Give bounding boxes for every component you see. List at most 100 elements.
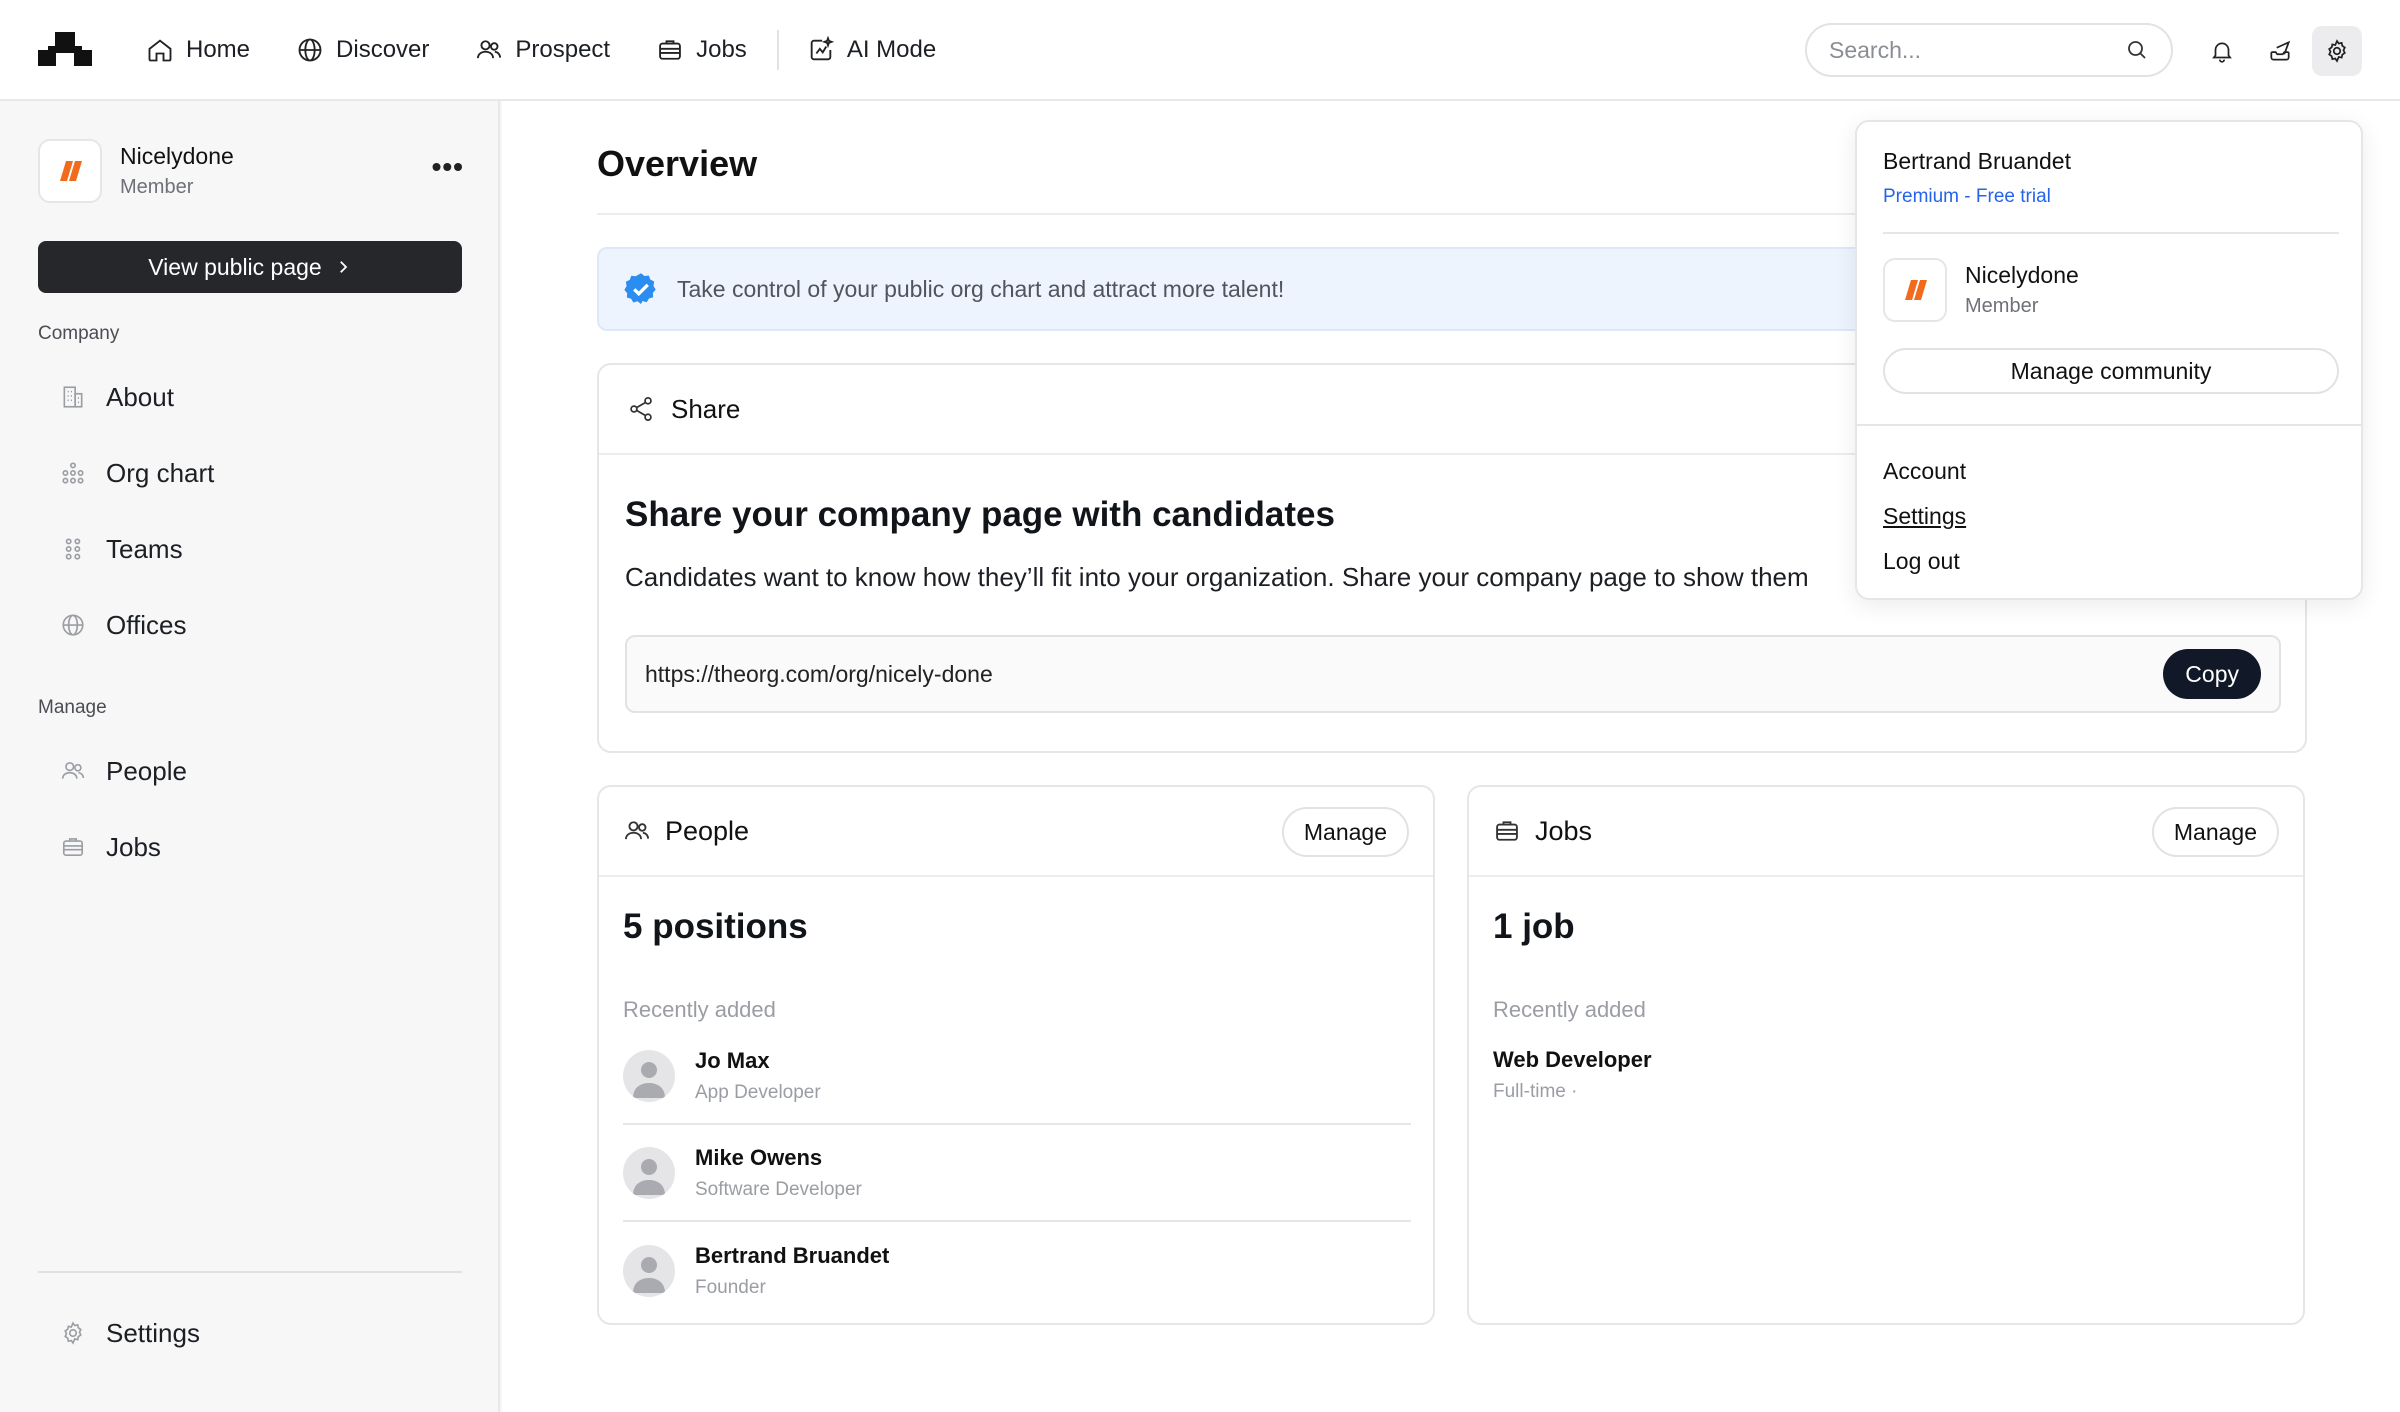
jobs-count: 1 job	[1493, 907, 1575, 946]
manage-section-label: Manage	[38, 697, 107, 718]
list-item[interactable]: Web Developer Full-time ·	[1493, 1047, 1652, 1103]
people-card-title: People	[665, 815, 750, 846]
account-dropdown-menu: Bertrand Bruandet Premium - Free trial N…	[1855, 120, 2363, 600]
nav-ai-mode-label: AI Mode	[846, 36, 937, 63]
nav-jobs-label: Jobs	[696, 36, 747, 63]
job-title: Web Developer	[1493, 1047, 1652, 1072]
sidebar-item-people[interactable]: People	[60, 751, 187, 791]
nav-prospect-label: Prospect	[515, 36, 611, 63]
person-title: App Developer	[695, 1082, 821, 1103]
sidebar-divider	[38, 1271, 462, 1273]
chevron-right-icon	[339, 261, 348, 273]
recently-added-label: Recently added	[623, 997, 776, 1022]
jobs-card-title: Jobs	[1535, 815, 1593, 846]
person-name: Jo Max	[695, 1048, 770, 1073]
nicelydone-logo	[60, 161, 82, 181]
search-icon[interactable]	[2125, 37, 2149, 63]
nav-discover[interactable]: Discover	[296, 36, 429, 64]
nav-divider	[776, 30, 779, 70]
settings-menu-button[interactable]	[2312, 26, 2362, 76]
sidebar-item-org-chart-label: Org chart	[106, 457, 215, 488]
people-card: People Manage 5 positions Recently added…	[597, 785, 1435, 1325]
users-icon	[624, 821, 650, 840]
sidebar-item-teams-label: Teams	[106, 533, 183, 564]
dropdown-divider	[1857, 424, 2361, 426]
inbox-send-icon	[2270, 40, 2291, 61]
menu-item-log-out[interactable]: Log out	[1883, 548, 1960, 575]
dropdown-org-role: Member	[1965, 295, 2039, 317]
menu-item-settings[interactable]: Settings	[1883, 503, 1966, 530]
nav-ai-mode[interactable]: AI Mode	[807, 36, 936, 64]
theorg-logo[interactable]	[36, 30, 94, 70]
bell-icon	[2212, 42, 2232, 63]
list-item[interactable]: Bertrand Bruandet Founder	[623, 1223, 1411, 1319]
ai-sparkle-icon	[810, 36, 835, 61]
search-input[interactable]	[1829, 36, 2125, 64]
sidebar: Nicelydone Member ••• View public page C…	[0, 101, 500, 1412]
dropdown-org[interactable]: Nicelydone Member	[1883, 258, 2079, 322]
share-card-title: Share	[671, 393, 741, 424]
dropdown-plan[interactable]: Premium - Free trial	[1883, 186, 2051, 208]
org-role: Member	[120, 176, 194, 198]
sidebar-item-settings[interactable]: Settings	[60, 1313, 200, 1353]
dropdown-divider	[1883, 232, 2339, 234]
nicelydone-logo	[1905, 280, 1927, 300]
avatar	[623, 1050, 675, 1102]
manage-people-button[interactable]: Manage	[1281, 807, 1409, 857]
sidebar-item-settings-label: Settings	[106, 1317, 200, 1348]
share-icon	[630, 397, 652, 421]
dropdown-org-name: Nicelydone	[1965, 262, 2079, 288]
positions-count: 5 positions	[623, 907, 808, 946]
sidebar-item-about-label: About	[106, 381, 174, 412]
nav-prospect[interactable]: Prospect	[475, 36, 610, 64]
copy-button[interactable]: Copy	[2163, 649, 2261, 699]
sidebar-item-jobs-label: Jobs	[106, 831, 161, 862]
top-navigation-bar: Home Discover Prospect Jobs AI Mode	[0, 0, 2400, 101]
notifications-button[interactable]	[2197, 26, 2247, 76]
job-type: Full-time ·	[1493, 1081, 1578, 1102]
list-item[interactable]: Mike Owens Software Developer	[623, 1126, 1411, 1222]
share-url: https://theorg.com/org/nicely-done	[645, 660, 993, 687]
view-public-page-button[interactable]: View public page	[38, 241, 462, 293]
search-box	[1805, 23, 2173, 77]
user-silhouette-icon	[633, 1159, 665, 1195]
gear-icon	[2328, 39, 2346, 63]
sidebar-item-people-label: People	[106, 755, 187, 786]
sidebar-item-about[interactable]: About	[60, 377, 174, 417]
person-name: Bertrand Bruandet	[695, 1243, 890, 1268]
people-card-header: People Manage	[599, 787, 1433, 877]
sidebar-item-org-chart[interactable]: Org chart	[60, 453, 214, 493]
org-chart-icon	[62, 462, 84, 484]
recently-added-label: Recently added	[1493, 997, 1646, 1022]
nav-home[interactable]: Home	[146, 36, 250, 64]
briefcase-icon	[659, 40, 681, 60]
manage-jobs-button[interactable]: Manage	[2151, 807, 2279, 857]
share-heading: Share your company page with candidates	[625, 495, 1335, 534]
users-icon	[477, 40, 502, 59]
person-title: Software Developer	[695, 1179, 862, 1200]
main-nav: Home Discover Prospect Jobs AI Mode	[146, 0, 982, 100]
menu-item-account[interactable]: Account	[1883, 458, 1966, 485]
globe-icon	[62, 614, 84, 636]
user-silhouette-icon	[633, 1062, 665, 1098]
manage-community-button[interactable]: Manage community	[1883, 348, 2339, 394]
nav-jobs[interactable]: Jobs	[656, 36, 747, 64]
company-section-label: Company	[38, 323, 120, 344]
globe-icon	[298, 38, 322, 62]
sidebar-item-jobs[interactable]: Jobs	[60, 827, 161, 867]
briefcase-icon	[62, 838, 84, 856]
nav-discover-label: Discover	[336, 36, 430, 63]
sidebar-item-offices[interactable]: Offices	[60, 605, 186, 645]
page-title: Overview	[597, 143, 758, 184]
more-options-button[interactable]: •••	[432, 151, 464, 183]
users-icon	[61, 762, 85, 779]
sidebar-item-teams[interactable]: Teams	[60, 529, 183, 569]
messages-button[interactable]	[2255, 26, 2305, 76]
avatar	[623, 1245, 675, 1297]
org-name: Nicelydone	[120, 143, 234, 169]
teams-icon	[65, 538, 81, 560]
share-url-field[interactable]: https://theorg.com/org/nicely-done Copy	[625, 635, 2281, 713]
list-item[interactable]: Jo Max App Developer	[623, 1029, 1411, 1125]
jobs-card: Jobs Manage 1 job Recently added Web Dev…	[1467, 785, 2305, 1325]
gear-icon	[64, 1321, 82, 1345]
